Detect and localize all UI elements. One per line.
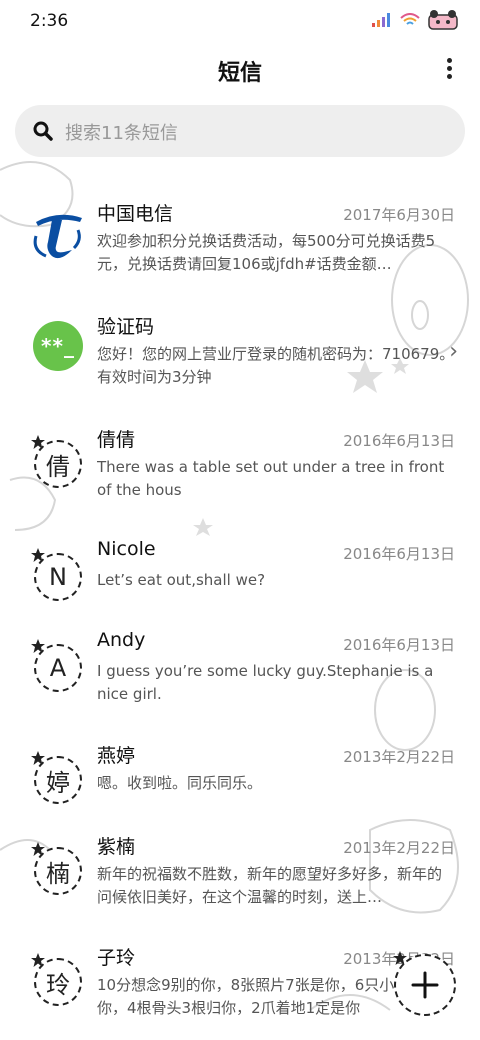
list-item[interactable]: A Andy 2016年6月13日 I guess you’re some lu… — [0, 610, 480, 722]
title-bar: 短信 — [0, 48, 480, 92]
contact-name: 子玲 — [97, 947, 136, 969]
avatar: 玲 — [31, 953, 82, 1006]
avatar: A — [31, 639, 82, 692]
avatar-letter: 倩 — [46, 452, 70, 481]
message-date: 2017年6月30日 — [343, 206, 455, 224]
star-icon — [31, 953, 45, 967]
avatar-letter: A — [49, 654, 67, 682]
message-preview: 新年的祝福数不胜数，新年的愿望好多好多，新年的问候依旧美好，在这个温馨的时刻，送… — [97, 865, 443, 906]
contact-name: 验证码 — [97, 316, 155, 338]
message-preview: Let’s eat out,shall we? — [97, 571, 266, 589]
avatar-letter: N — [49, 563, 67, 591]
avatar: 婷 — [31, 751, 82, 804]
star-icon — [31, 435, 45, 449]
message-preview: I guess you’re some lucky guy.Stephanie … — [97, 662, 434, 703]
contact-name: Andy — [97, 629, 146, 651]
message-preview: 您好！您的网上营业厅登录的随机密码为：710679。有效时间为3分钟 — [97, 345, 455, 386]
battery-icon — [428, 10, 458, 30]
search-placeholder: 搜索11条短信 — [65, 123, 178, 144]
contact-name: Nicole — [97, 538, 156, 560]
status-time: 2:36 — [30, 11, 69, 31]
avatar: **_ — [33, 321, 83, 371]
message-date: 2013年2月22日 — [343, 839, 455, 857]
page-title: 短信 — [217, 61, 262, 86]
more-icon[interactable] — [444, 58, 454, 82]
star-icon — [31, 639, 45, 653]
avatar: N — [31, 548, 82, 601]
signal-icon — [372, 13, 390, 27]
star-icon — [393, 951, 407, 965]
message-preview: 嗯。收到啦。同乐同乐。 — [97, 774, 263, 792]
avatar-letter: 玲 — [46, 970, 70, 999]
list-item[interactable]: 楠 紫楠 2013年2月22日 新年的祝福数不胜数，新年的愿望好多好多，新年的问… — [0, 813, 480, 925]
avatar-letter: 婷 — [46, 768, 70, 797]
compose-icon — [411, 971, 439, 999]
list-item[interactable]: 中国电信 2017年6月30日 欢迎参加积分兑换话费活动，每500分可兑换话费5… — [0, 180, 480, 292]
compose-button[interactable] — [393, 951, 456, 1016]
message-preview: 欢迎参加积分兑换话费活动，每500分可兑换话费5元，兑换话费请回复106或jfd… — [97, 232, 436, 273]
star-icon — [31, 548, 45, 562]
contact-name: 紫楠 — [97, 836, 136, 858]
china-telecom-logo-icon — [33, 214, 82, 259]
message-date: 2016年6月13日 — [343, 636, 455, 654]
message-date: 2016年6月13日 — [343, 545, 455, 563]
star-icon — [31, 842, 45, 856]
list-item[interactable]: **_ 验证码 您好！您的网上营业厅登录的随机密码为：710679。有效时间为3… — [0, 293, 480, 405]
message-date: 2016年6月13日 — [343, 432, 455, 450]
avatar — [30, 206, 86, 262]
wifi-icon — [400, 13, 420, 25]
avatar: 倩 — [31, 435, 82, 488]
message-date: 2013年2月22日 — [343, 748, 455, 766]
list-item[interactable]: 倩 倩倩 2016年6月13日 There was a table set ou… — [0, 406, 480, 518]
contact-name: 中国电信 — [97, 203, 174, 225]
avatar: 楠 — [31, 842, 82, 895]
search-icon — [33, 121, 53, 141]
status-bar: 2:36 — [0, 0, 480, 42]
message-preview: There was a table set out under a tree i… — [97, 458, 445, 499]
avatar-letter: 楠 — [46, 859, 70, 888]
contact-name: 燕婷 — [97, 745, 136, 767]
chevron-right-icon[interactable]: › — [449, 339, 458, 364]
star-icon — [31, 751, 45, 765]
search-input[interactable]: 搜索11条短信 — [15, 105, 465, 157]
contact-name: 倩倩 — [97, 429, 136, 451]
